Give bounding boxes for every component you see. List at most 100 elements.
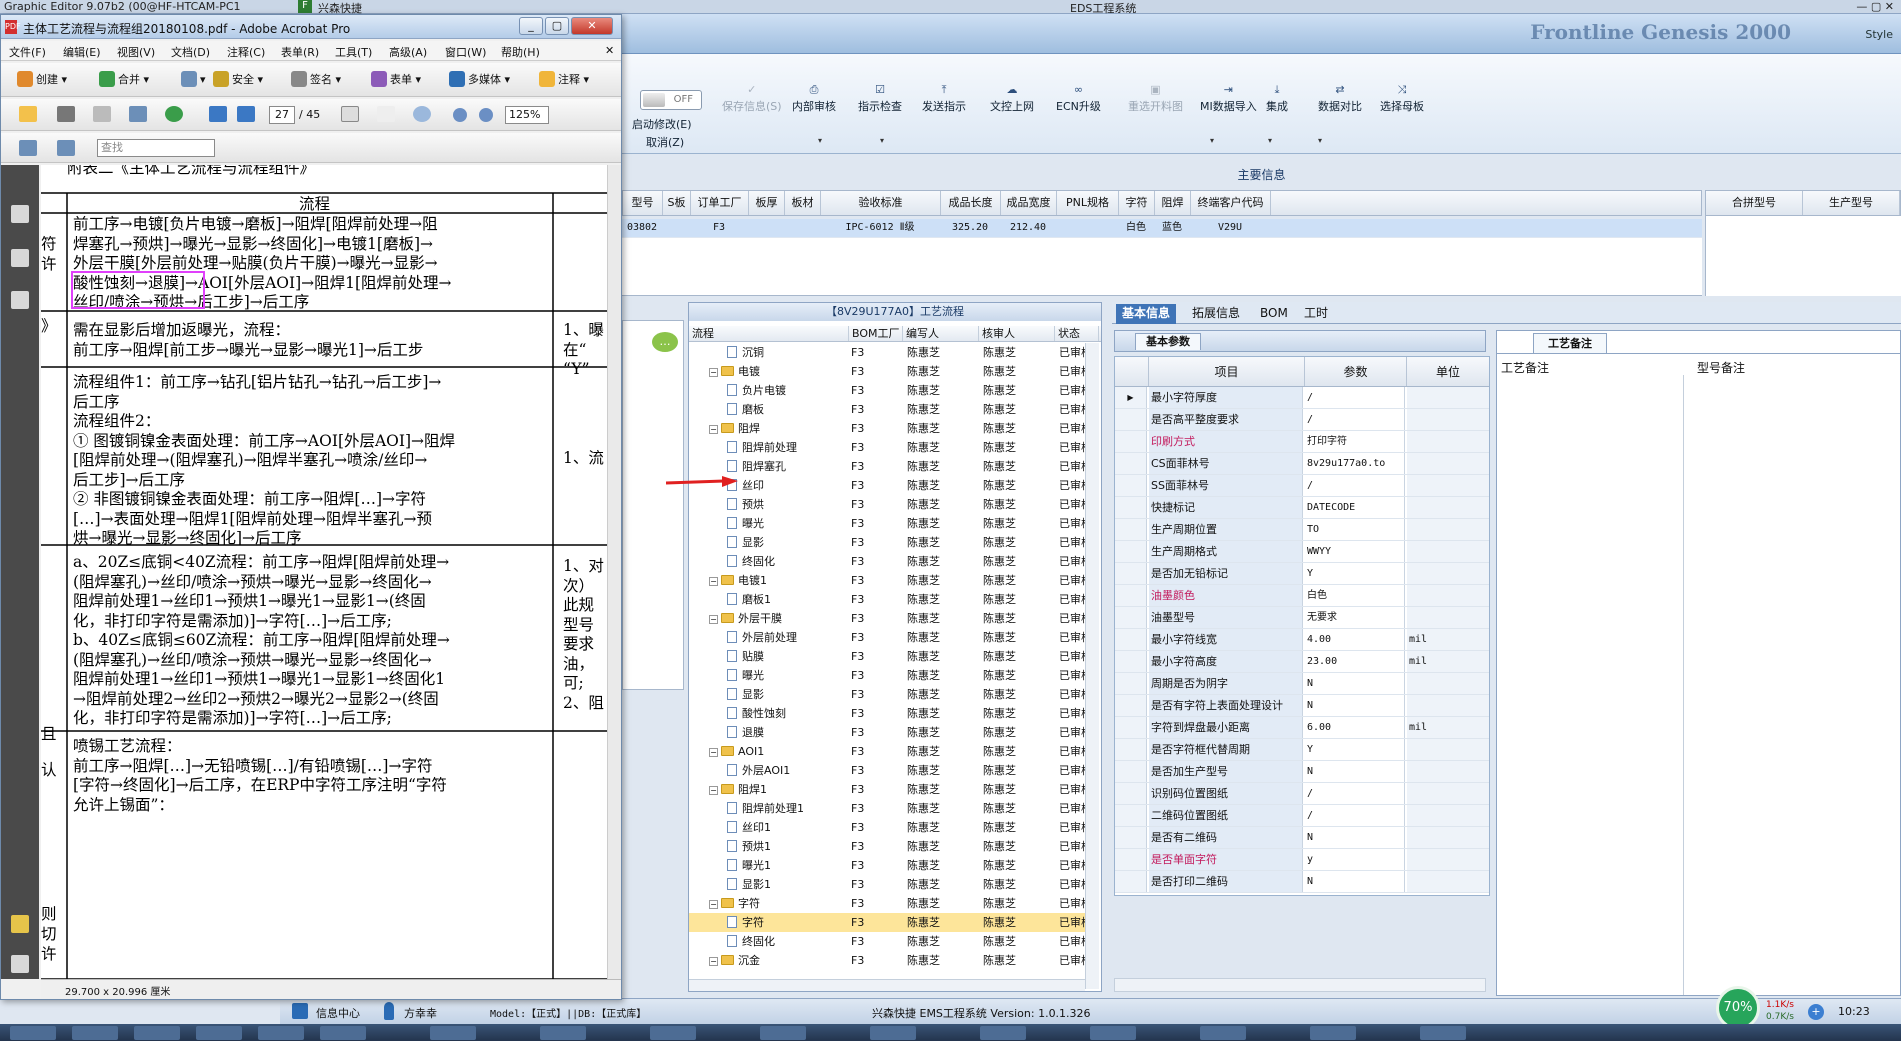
param-value[interactable]: 白色 [1305, 585, 1405, 606]
tree-column-header[interactable]: 编写人 [903, 326, 979, 341]
param-row[interactable]: 是否高平整度要求 / [1115, 409, 1489, 431]
tree-node-label[interactable]: 酸性蚀刻 [727, 704, 786, 723]
printer-button[interactable]: ⎙ 内部审核 [792, 84, 836, 114]
tab-work-hours[interactable]: 工时 [1298, 304, 1334, 324]
email-icon[interactable] [129, 106, 147, 122]
tree-node-label[interactable]: 沉铜 [727, 343, 764, 362]
tree-row[interactable]: 字符 F3 陈惠芝 陈惠芝 已审核 [689, 913, 1092, 932]
taskbar-button[interactable] [196, 1026, 242, 1040]
param-row[interactable]: 二维码位置图纸 / [1115, 805, 1489, 827]
tree-node-label[interactable]: 预烘1 [727, 837, 771, 856]
tree-row[interactable]: − 阻焊 F3 陈惠芝 陈惠芝 已审核 [689, 419, 1092, 438]
toolbar-button[interactable]: 多媒体 ▾ [449, 71, 510, 87]
prev-page-icon[interactable] [209, 106, 227, 122]
param-value-header[interactable]: 参数 [1305, 357, 1407, 386]
minimize-button[interactable]: _ [519, 17, 543, 35]
tree-node-label[interactable]: − 电镀 [709, 362, 760, 381]
param-row[interactable]: 是否有二维码 N [1115, 827, 1489, 849]
bookmarks-icon[interactable] [11, 249, 29, 267]
tree-node-label[interactable]: − 阻焊1 [709, 780, 767, 799]
param-row[interactable]: 印刷方式 打印字符 [1115, 431, 1489, 453]
zoom-out-icon[interactable] [453, 108, 467, 122]
find-input[interactable]: 查找 [97, 139, 215, 157]
hand-icon[interactable] [377, 106, 395, 122]
collapse-icon[interactable]: − [709, 786, 718, 795]
collapse-icon[interactable]: − [709, 957, 718, 966]
toolbar-button[interactable]: 安全 ▾ [213, 71, 263, 87]
tree-row[interactable]: − AOI1 F3 陈惠芝 陈惠芝 已审核 [689, 742, 1092, 761]
tree-node-label[interactable]: 显影1 [727, 875, 771, 894]
param-value[interactable]: / [1305, 387, 1405, 408]
param-value[interactable]: / [1305, 783, 1405, 804]
close-button[interactable]: ✕ [571, 17, 613, 35]
process-tree-vscrollbar[interactable] [1085, 343, 1099, 989]
dropdown-arrow-icon[interactable]: ▾ [1318, 136, 1322, 145]
menu-close-icon[interactable]: ✕ [605, 44, 614, 57]
tree-column-header[interactable]: 流程 [689, 326, 849, 341]
tree-row[interactable]: 贴膜 F3 陈惠芝 陈惠芝 已审核 [689, 647, 1092, 666]
eds-window-controls[interactable]: — ▢ ✕ [1814, 0, 1894, 13]
tree-row[interactable]: 退膜 F3 陈惠芝 陈惠芝 已审核 [689, 723, 1092, 742]
collapse-icon[interactable]: − [709, 900, 718, 909]
param-row[interactable]: 油墨颜色 白色 [1115, 585, 1489, 607]
collapse-icon[interactable]: − [709, 368, 718, 377]
toolbar-button[interactable]: 创建 ▾ [17, 71, 67, 87]
menu-item[interactable]: 表单(R) [281, 44, 319, 60]
tree-node-label[interactable]: 终固化 [727, 932, 775, 951]
param-value[interactable]: Y [1305, 563, 1405, 584]
compare-button[interactable]: ⇄ 数据对比 [1318, 84, 1362, 114]
param-value[interactable]: / [1305, 409, 1405, 430]
info-center-link[interactable]: 信息中心 [316, 1005, 360, 1021]
param-row[interactable]: ▶ 最小字符厚度 / [1115, 387, 1489, 409]
taskbar-button[interactable] [10, 1026, 56, 1040]
cloud-upload-button[interactable]: ☁ 文控上网 [990, 84, 1034, 114]
full-screen-icon[interactable] [57, 140, 75, 156]
toolbar-button[interactable]: ▾ [181, 71, 206, 87]
taskbar-button[interactable] [258, 1026, 304, 1040]
tree-node-label[interactable]: 终固化 [727, 552, 775, 571]
tab-extended-info[interactable]: 拓展信息 [1186, 304, 1246, 324]
tab-basic-info[interactable]: 基本信息 [1116, 304, 1177, 324]
fit-page-icon[interactable] [19, 140, 37, 156]
column-header[interactable]: 型号 [623, 191, 663, 215]
tab-bom[interactable]: BOM [1254, 304, 1294, 324]
param-row[interactable]: 是否字符框代替周期 Y [1115, 739, 1489, 761]
remark-tab[interactable]: 工艺备注 [1533, 333, 1607, 353]
maximize-button[interactable]: ▢ [545, 17, 569, 35]
add-icon[interactable]: + [1808, 1004, 1824, 1020]
share-icon[interactable] [165, 106, 183, 122]
tree-node-label[interactable]: 显影 [727, 685, 764, 704]
tree-node-label[interactable]: 磨板1 [727, 590, 771, 609]
tree-node-label[interactable]: 阻焊塞孔 [727, 457, 786, 476]
pages-icon[interactable] [11, 205, 29, 223]
param-unit-header[interactable]: 单位 [1407, 357, 1489, 386]
dropdown-arrow-icon[interactable]: ▾ [818, 136, 822, 145]
process-tree-hscrollbar[interactable] [689, 979, 1085, 991]
tree-column-header[interactable]: 状态 [1055, 326, 1099, 341]
param-row[interactable]: 生产周期位置 TO [1115, 519, 1489, 541]
zoom-select[interactable]: 125% [505, 106, 549, 124]
tree-row[interactable]: − 电镀 F3 陈惠芝 陈惠芝 已审核 [689, 362, 1092, 381]
collapse-icon[interactable]: − [709, 748, 718, 757]
menu-item[interactable]: 视图(V) [117, 44, 155, 60]
tree-row[interactable]: 显影1 F3 陈惠芝 陈惠芝 已审核 [689, 875, 1092, 894]
taskbar-button[interactable] [540, 1026, 586, 1040]
taskbar-button[interactable] [1200, 1026, 1246, 1040]
production-model-header[interactable]: 生产型号 [1803, 191, 1900, 215]
column-header[interactable]: 字符 [1119, 191, 1155, 215]
column-header[interactable]: 成品宽度 [1001, 191, 1057, 215]
merge-model-header[interactable]: 合拼型号 [1706, 191, 1803, 215]
pdf-vscrollbar[interactable] [607, 165, 621, 979]
collapse-icon[interactable]: − [709, 615, 718, 624]
tree-row[interactable]: 磨板1 F3 陈惠芝 陈惠芝 已审核 [689, 590, 1092, 609]
taskbar-button[interactable] [870, 1026, 916, 1040]
tree-node-label[interactable]: 阻焊前处理 [727, 438, 797, 457]
tree-row[interactable]: − 沉金 F3 陈惠芝 陈惠芝 已审核 [689, 951, 1092, 970]
tree-row[interactable]: 沉铜 F3 陈惠芝 陈惠芝 已审核 [689, 343, 1092, 362]
tree-row[interactable]: 预烘1 F3 陈惠芝 陈惠芝 已审核 [689, 837, 1092, 856]
import-button[interactable]: ⇥ MI数据导入 [1200, 84, 1257, 114]
param-item-header[interactable]: 项目 [1149, 357, 1305, 386]
tree-node-label[interactable]: − 阻焊 [709, 419, 760, 438]
param-value[interactable]: / [1305, 805, 1405, 826]
comments-icon[interactable] [11, 915, 29, 933]
